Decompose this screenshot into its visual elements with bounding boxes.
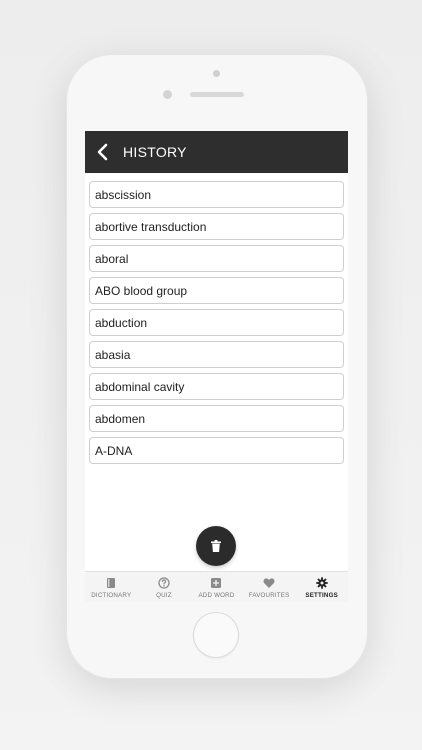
back-arrow-icon[interactable] bbox=[95, 142, 111, 162]
plus-square-icon bbox=[210, 577, 222, 589]
tab-settings[interactable]: SETTINGS bbox=[295, 572, 348, 602]
history-word: abscission bbox=[95, 187, 152, 202]
history-list-item[interactable]: ABO blood group bbox=[89, 277, 344, 304]
trash-icon bbox=[211, 540, 221, 552]
history-word: abdomen bbox=[95, 411, 146, 426]
history-word: abdominal cavity bbox=[95, 379, 185, 394]
history-word: ABO blood group bbox=[95, 283, 188, 298]
history-word: abduction bbox=[95, 315, 148, 330]
tab-label: FAVOURITES bbox=[248, 592, 290, 599]
tab-label: QUIZ bbox=[156, 592, 172, 599]
history-list-item[interactable]: abduction bbox=[89, 309, 344, 336]
front-camera bbox=[213, 70, 220, 77]
page-title: HISTORY bbox=[123, 144, 187, 160]
heart-icon bbox=[263, 577, 275, 589]
question-icon bbox=[158, 577, 170, 589]
header-bar: HISTORY bbox=[85, 131, 348, 173]
home-button[interactable] bbox=[193, 612, 239, 658]
tab-label: SETTINGS bbox=[305, 592, 338, 599]
bottom-tab-bar: DICTIONARY QUIZ ADD WORD FAVOURITES SETTINGS bbox=[85, 571, 348, 602]
history-list-item[interactable]: abscission bbox=[89, 181, 344, 208]
history-list-item[interactable]: abdominal cavity bbox=[89, 373, 344, 400]
history-list-item[interactable]: aboral bbox=[89, 245, 344, 272]
clear-history-button[interactable] bbox=[196, 526, 236, 566]
tab-add-word[interactable]: ADD WORD bbox=[190, 572, 243, 602]
history-list: abscission abortive transduction aboral ABO… bbox=[89, 181, 344, 469]
tab-label: DICTIONARY bbox=[91, 592, 132, 599]
history-list-item[interactable]: abortive transduction bbox=[89, 213, 344, 240]
history-word: abortive transduction bbox=[95, 219, 207, 234]
gear-icon bbox=[315, 577, 328, 589]
app-screen: HISTORY abscission abortive transduction a… bbox=[85, 131, 348, 602]
earpiece-speaker bbox=[190, 92, 244, 97]
book-icon bbox=[105, 577, 117, 589]
history-list-item[interactable]: A-DNA bbox=[89, 437, 344, 464]
history-list-item[interactable]: abasia bbox=[89, 341, 344, 368]
tab-dictionary[interactable]: DICTIONARY bbox=[85, 572, 138, 602]
tab-label: ADD WORD bbox=[198, 592, 235, 599]
tab-favourites[interactable]: FAVOURITES bbox=[243, 572, 296, 602]
tab-quiz[interactable]: QUIZ bbox=[138, 572, 191, 602]
history-word: A-DNA bbox=[95, 443, 133, 458]
proximity-sensor bbox=[163, 90, 172, 99]
phone-frame: HISTORY abscission abortive transduction a… bbox=[66, 54, 368, 679]
history-word: aboral bbox=[95, 251, 129, 266]
history-word: abasia bbox=[95, 347, 131, 362]
history-list-item[interactable]: abdomen bbox=[89, 405, 344, 432]
